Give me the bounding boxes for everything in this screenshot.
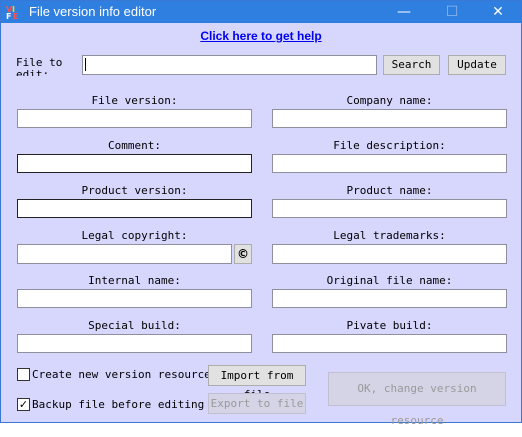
app-icon: V I F E	[5, 4, 21, 21]
window-title: File version info editor	[29, 4, 157, 19]
ok-change-version-button[interactable]: OK, change version resource	[328, 372, 506, 427]
create-new-version-label[interactable]: Create new version resource	[32, 368, 211, 381]
svg-text:F: F	[6, 12, 11, 20]
legal-trademarks-label: Legal trademarks:	[333, 229, 446, 242]
help-link[interactable]: Click here to get help	[1, 29, 521, 43]
private-build-input[interactable]	[272, 334, 507, 353]
export-to-file-button[interactable]: Export to file	[208, 393, 306, 414]
copyright-symbol-button[interactable]: ©	[234, 244, 252, 264]
comment-label: Comment:	[108, 139, 161, 152]
app-window: V I F E File version info editor — ☐ ✕ C…	[0, 0, 522, 427]
file-version-label: File version:	[91, 94, 178, 107]
legal-trademarks-input[interactable]	[272, 244, 507, 264]
update-button[interactable]: Update	[448, 55, 506, 75]
close-button[interactable]: ✕	[475, 1, 521, 23]
search-button[interactable]: Search	[383, 55, 440, 75]
company-name-input[interactable]	[272, 109, 507, 128]
backup-before-editing-checkbox[interactable]: ✓	[17, 398, 30, 411]
legal-copyright-label: Legal copyright:	[81, 229, 188, 242]
comment-input[interactable]	[17, 154, 252, 173]
internal-name-label: Internal name:	[88, 274, 181, 287]
private-build-label: Pivate build:	[346, 319, 433, 332]
product-version-label: Product version:	[81, 184, 188, 197]
minimize-button[interactable]: —	[381, 1, 427, 23]
original-file-name-label: Original file name:	[326, 274, 453, 287]
checkmark-icon: ✓	[18, 398, 29, 411]
file-version-input[interactable]	[17, 109, 252, 128]
file-description-input[interactable]	[272, 154, 507, 173]
product-name-label: Product name:	[346, 184, 433, 197]
legal-copyright-input[interactable]	[17, 244, 232, 264]
import-from-file-button[interactable]: Import from file	[208, 365, 306, 401]
internal-name-input[interactable]	[17, 289, 252, 308]
create-new-version-checkbox[interactable]	[17, 368, 30, 381]
backup-before-editing-label[interactable]: Backup file before editing	[32, 398, 204, 411]
title-bar[interactable]: V I F E File version info editor — ☐ ✕	[1, 1, 521, 23]
special-build-label: Special build:	[88, 319, 181, 332]
file-to-edit-label: File to edit:	[16, 57, 63, 76]
text-caret	[85, 58, 86, 71]
file-path-input[interactable]	[82, 55, 377, 75]
product-version-input[interactable]	[17, 199, 252, 218]
svg-text:E: E	[13, 12, 18, 20]
company-name-label: Company name:	[346, 94, 433, 107]
file-description-label: File description:	[333, 139, 446, 152]
original-file-name-input[interactable]	[272, 289, 507, 308]
maximize-button[interactable]: ☐	[429, 1, 475, 23]
special-build-input[interactable]	[17, 334, 252, 353]
product-name-input[interactable]	[272, 199, 507, 218]
